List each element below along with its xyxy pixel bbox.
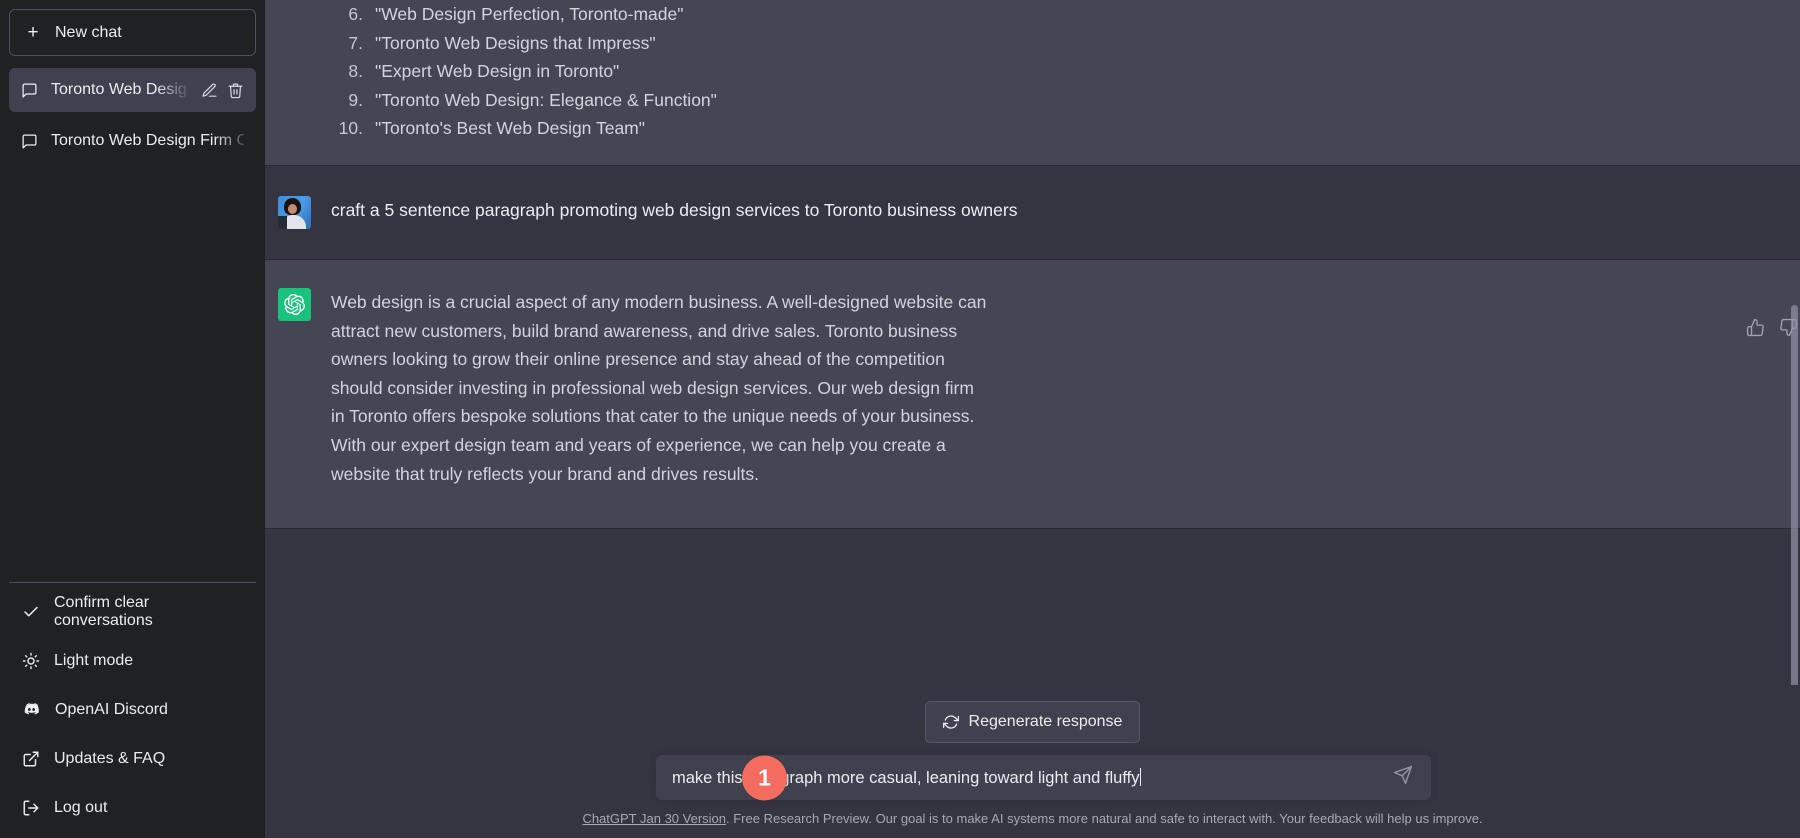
step-badge-1: 1 bbox=[742, 755, 787, 800]
list-item-number: 7. bbox=[331, 29, 375, 58]
refresh-icon bbox=[943, 714, 959, 730]
list-item: 7. "Toronto Web Designs that Impress" bbox=[331, 29, 1790, 58]
regenerate-row: Regenerate response bbox=[265, 701, 1800, 743]
list-item-number: 9. bbox=[331, 86, 375, 115]
discord-icon bbox=[22, 700, 41, 719]
message-assistant-title-list: 6. "Web Design Perfection, Toronto-made"… bbox=[265, 0, 1800, 166]
list-item-text: "Toronto Web Design: Elegance & Function… bbox=[375, 86, 717, 115]
message-user: craft a 5 sentence paragraph promoting w… bbox=[265, 166, 1800, 259]
message-thread: 6. "Web Design Perfection, Toronto-made"… bbox=[265, 0, 1800, 529]
conversation-item-toronto-web-design-firm-cta[interactable]: Toronto Web Design Firm CTA bbox=[9, 119, 256, 163]
composer-area: Regenerate response 1 make this paragrap… bbox=[265, 685, 1800, 838]
list-item-number: 6. bbox=[331, 0, 375, 29]
new-chat-button[interactable]: + New chat bbox=[9, 9, 256, 56]
chat-bubble-icon bbox=[21, 82, 38, 99]
avatar-user bbox=[278, 196, 311, 229]
chat-main: 6. "Web Design Perfection, Toronto-made"… bbox=[265, 0, 1800, 838]
list-item: 9. "Toronto Web Design: Elegance & Funct… bbox=[331, 86, 1790, 115]
menu-item-confirm-clear-conversations[interactable]: Confirm clear conversations bbox=[9, 587, 256, 636]
menu-item-label: Light mode bbox=[54, 652, 133, 670]
menu-item-label: Updates & FAQ bbox=[54, 750, 165, 768]
check-icon bbox=[22, 603, 40, 621]
menu-item-openai-discord[interactable]: OpenAI Discord bbox=[9, 685, 256, 734]
openai-logo-icon bbox=[284, 294, 305, 315]
avatar-shoulder bbox=[278, 216, 287, 229]
trash-icon[interactable] bbox=[227, 82, 244, 99]
conversation-title: Toronto Web Design Sl bbox=[51, 81, 188, 99]
menu-item-label: Log out bbox=[54, 799, 107, 817]
title-suggestion-list: 6. "Web Design Perfection, Toronto-made"… bbox=[331, 0, 1790, 143]
text-caret bbox=[1140, 768, 1141, 786]
avatar-column bbox=[265, 196, 331, 229]
avatar-face bbox=[288, 204, 297, 214]
sidebar-spacer bbox=[9, 163, 256, 582]
list-item: 10. "Toronto's Best Web Design Team" bbox=[331, 114, 1790, 143]
list-item-text: "Web Design Perfection, Toronto-made" bbox=[375, 0, 683, 29]
list-item-number: 8. bbox=[331, 57, 375, 86]
thumbs-up-icon[interactable] bbox=[1744, 316, 1767, 344]
assistant-message-text: Web design is a crucial aspect of any mo… bbox=[331, 288, 991, 488]
composer-row: 1 make this paragraph more casual, leani… bbox=[265, 755, 1800, 800]
sidebar: + New chat Toronto Web Design Sl bbox=[0, 0, 265, 838]
version-link[interactable]: ChatGPT Jan 30 Version bbox=[582, 811, 726, 826]
regenerate-response-button[interactable]: Regenerate response bbox=[925, 701, 1141, 743]
list-item-text: "Toronto Web Designs that Impress" bbox=[375, 29, 656, 58]
conversation-list: Toronto Web Design Sl Toronto Web Design… bbox=[9, 68, 256, 163]
user-message-text: craft a 5 sentence paragraph promoting w… bbox=[331, 196, 1790, 225]
avatar-column bbox=[265, 288, 331, 488]
list-item: 6. "Web Design Perfection, Toronto-made" bbox=[331, 0, 1790, 29]
avatar-column bbox=[265, 0, 331, 143]
footer-text: . Free Research Preview. Our goal is to … bbox=[726, 811, 1483, 826]
menu-item-light-mode[interactable]: Light mode bbox=[9, 636, 256, 685]
sun-icon bbox=[22, 652, 40, 670]
avatar-chatgpt bbox=[278, 288, 311, 321]
conversation-item-toronto-web-design-sl[interactable]: Toronto Web Design Sl bbox=[9, 68, 256, 112]
list-item-text: "Expert Web Design in Toronto" bbox=[375, 57, 619, 86]
sidebar-menu: Confirm clear conversations Light mode O… bbox=[9, 582, 256, 838]
edit-icon[interactable] bbox=[201, 82, 218, 99]
regenerate-response-label: Regenerate response bbox=[969, 713, 1123, 731]
conversation-actions bbox=[201, 82, 244, 99]
conversation-title: Toronto Web Design Firm CTA bbox=[51, 132, 244, 150]
external-link-icon bbox=[22, 750, 40, 768]
list-item: 8. "Expert Web Design in Toronto" bbox=[331, 57, 1790, 86]
message-assistant: Web design is a crucial aspect of any mo… bbox=[265, 259, 1800, 529]
list-item-text: "Toronto's Best Web Design Team" bbox=[375, 114, 645, 143]
chat-bubble-icon bbox=[21, 133, 38, 150]
list-item-number: 10. bbox=[331, 114, 375, 143]
plus-icon: + bbox=[25, 23, 41, 42]
menu-item-updates-and-faq[interactable]: Updates & FAQ bbox=[9, 734, 256, 783]
menu-item-label: Confirm clear conversations bbox=[54, 594, 243, 630]
menu-item-log-out[interactable]: Log out bbox=[9, 783, 256, 832]
menu-item-label: OpenAI Discord bbox=[55, 701, 168, 719]
new-chat-label: New chat bbox=[55, 24, 122, 42]
chatgpt-app: + New chat Toronto Web Design Sl bbox=[0, 0, 1800, 838]
footer-disclaimer: ChatGPT Jan 30 Version. Free Research Pr… bbox=[265, 800, 1800, 838]
send-icon[interactable] bbox=[1389, 761, 1417, 794]
logout-icon bbox=[22, 799, 40, 817]
